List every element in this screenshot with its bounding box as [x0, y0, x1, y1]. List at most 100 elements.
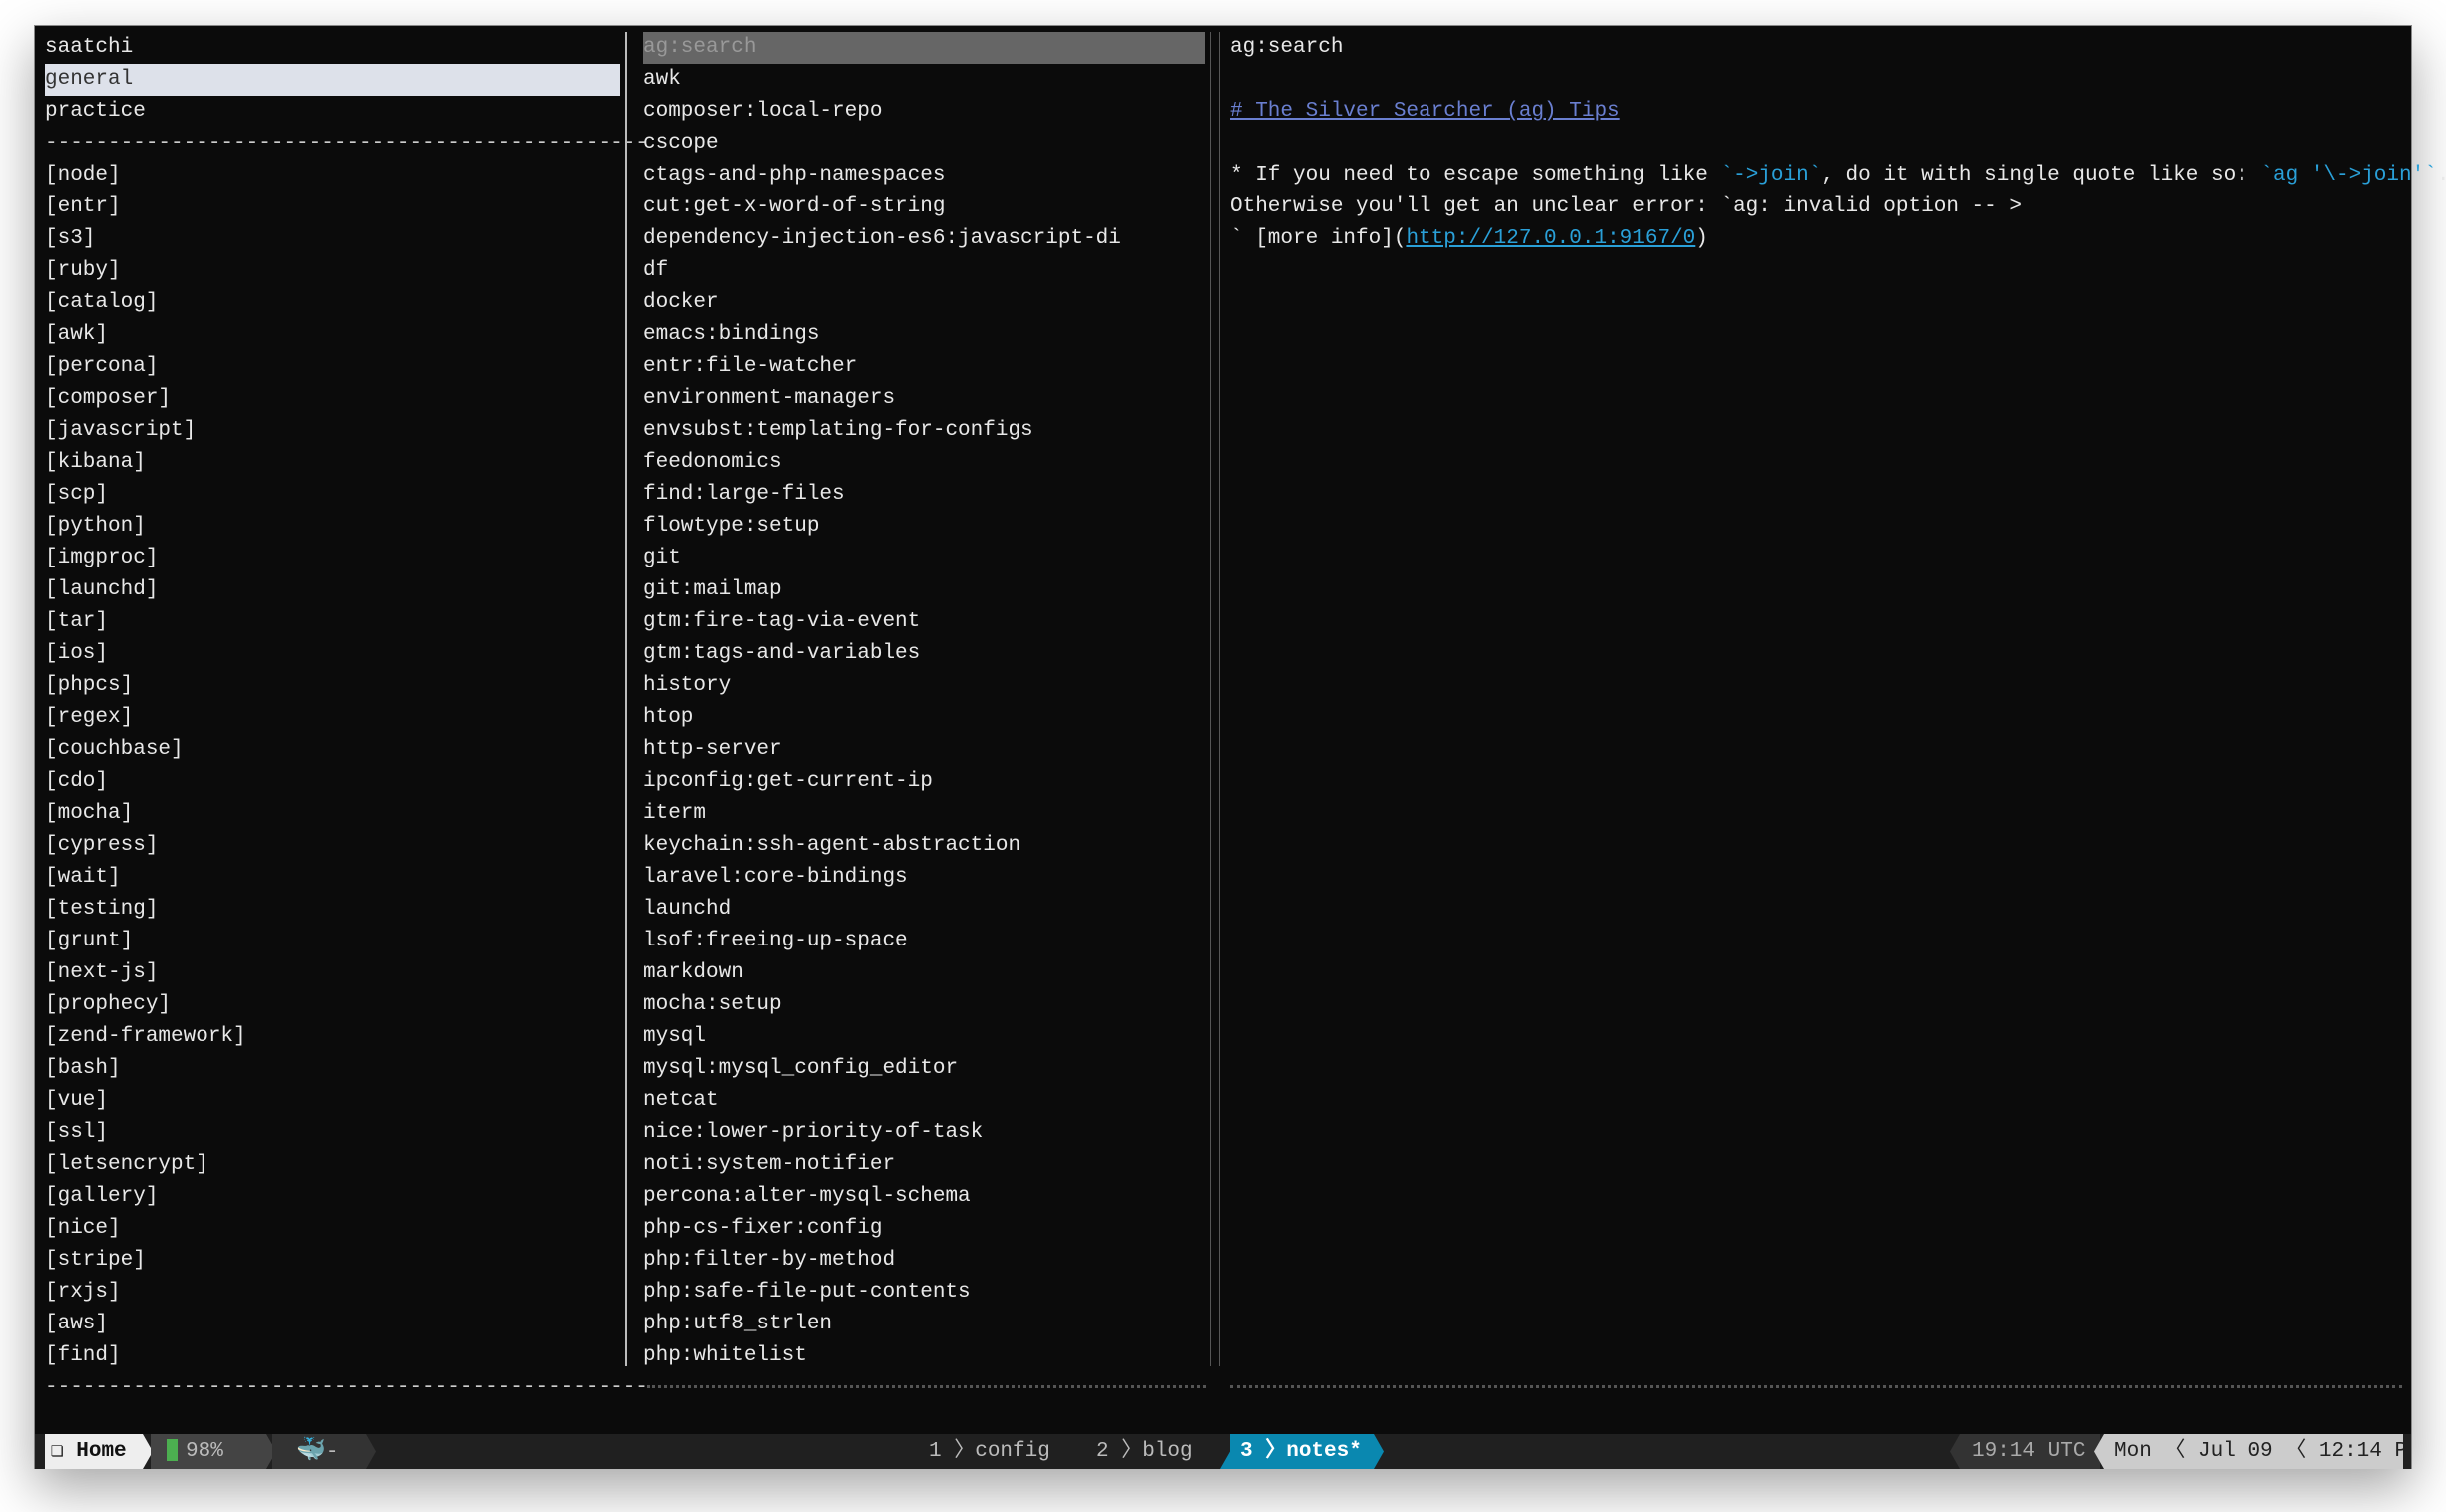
battery-icon — [167, 1439, 178, 1461]
tag-item[interactable]: [gallery] — [45, 1181, 620, 1213]
tag-item[interactable]: [ios] — [45, 638, 620, 670]
note-item[interactable]: feedonomics — [643, 447, 1205, 479]
note-item[interactable]: cscope — [643, 128, 1205, 160]
window-tab-1[interactable]: 1 〉config — [929, 1434, 1088, 1469]
window-name: blog — [1142, 1440, 1193, 1463]
note-item[interactable]: environment-managers — [643, 383, 1205, 415]
tag-item[interactable]: [ssl] — [45, 1117, 620, 1149]
tag-item[interactable]: [nice] — [45, 1213, 620, 1245]
tag-item[interactable]: [launchd] — [45, 574, 620, 606]
note-item[interactable]: mysql — [643, 1021, 1205, 1053]
tag-item[interactable]: [next-js] — [45, 957, 620, 989]
window-name: notes* — [1286, 1440, 1362, 1463]
note-item[interactable]: history — [643, 670, 1205, 702]
tag-item[interactable]: [cypress] — [45, 830, 620, 862]
note-item[interactable]: http-server — [643, 734, 1205, 766]
window-tab-3-active[interactable]: 3 〉notes* — [1220, 1434, 1384, 1469]
note-item[interactable]: entr:file-watcher — [643, 351, 1205, 383]
note-item[interactable]: ctags-and-php-namespaces — [643, 160, 1205, 191]
note-item[interactable]: htop — [643, 702, 1205, 734]
tag-item[interactable]: [percona] — [45, 351, 620, 383]
tag-item[interactable]: [couchbase] — [45, 734, 620, 766]
note-item[interactable]: markdown — [643, 957, 1205, 989]
notebook-item[interactable]: saatchi — [45, 32, 620, 64]
note-item[interactable]: nice:lower-priority-of-task — [643, 1117, 1205, 1149]
tag-item[interactable]: [rxjs] — [45, 1277, 620, 1309]
note-item[interactable]: awk — [643, 64, 1205, 96]
tag-item[interactable]: [s3] — [45, 223, 620, 255]
tag-item[interactable]: [vue] — [45, 1085, 620, 1117]
tag-item[interactable]: [composer] — [45, 383, 620, 415]
tag-item[interactable]: [entr] — [45, 191, 620, 223]
inline-code: `ag '\->join'` — [2260, 164, 2437, 187]
tag-item[interactable]: [wait] — [45, 862, 620, 894]
tag-item[interactable]: [node] — [45, 160, 620, 191]
note-item[interactable]: iterm — [643, 798, 1205, 830]
tag-item[interactable]: [aws] — [45, 1309, 620, 1340]
tag-item[interactable]: [awk] — [45, 319, 620, 351]
note-line: * If you need to escape something like `… — [1230, 160, 2446, 191]
window-index: 3 — [1240, 1440, 1253, 1463]
note-item[interactable]: git — [643, 543, 1205, 574]
pane-divider — [625, 32, 627, 1366]
note-item[interactable]: keychain:ssh-agent-abstraction — [643, 830, 1205, 862]
note-item[interactable]: cut:get-x-word-of-string — [643, 191, 1205, 223]
notebook-item[interactable]: practice — [45, 96, 620, 128]
note-item[interactable]: flowtype:setup — [643, 511, 1205, 543]
note-item[interactable]: envsubst:templating-for-configs — [643, 415, 1205, 447]
tag-item[interactable]: [prophecy] — [45, 989, 620, 1021]
note-item[interactable]: gtm:fire-tag-via-event — [643, 606, 1205, 638]
tag-item[interactable]: [bash] — [45, 1053, 620, 1085]
pane-bottom-border — [647, 1385, 1206, 1389]
tag-item[interactable]: [kibana] — [45, 447, 620, 479]
tag-item[interactable]: [find] — [45, 1340, 620, 1372]
note-item[interactable]: gtm:tags-and-variables — [643, 638, 1205, 670]
tag-item[interactable]: [regex] — [45, 702, 620, 734]
note-item[interactable]: php:safe-file-put-contents — [643, 1277, 1205, 1309]
more-info-link[interactable]: http://127.0.0.1:9167/0 — [1406, 227, 1695, 250]
tag-item[interactable]: [testing] — [45, 894, 620, 926]
session-name[interactable]: ❏ Home — [45, 1434, 153, 1469]
text: ` [more info]( — [1230, 227, 1407, 250]
note-item[interactable]: percona:alter-mysql-schema — [643, 1181, 1205, 1213]
tag-item[interactable]: [javascript] — [45, 415, 620, 447]
tag-item[interactable]: [grunt] — [45, 926, 620, 957]
note-item[interactable]: php:utf8_strlen — [643, 1309, 1205, 1340]
note-item[interactable]: df — [643, 255, 1205, 287]
note-line: Otherwise you'll get an unclear error: `… — [1230, 195, 2022, 218]
notebook-item[interactable]: general — [45, 64, 620, 96]
note-item[interactable]: ag:search — [643, 32, 1205, 64]
docker-segment: 🐳- — [272, 1434, 376, 1469]
note-item[interactable]: mocha:setup — [643, 989, 1205, 1021]
note-item[interactable]: laravel:core-bindings — [643, 862, 1205, 894]
note-item[interactable]: git:mailmap — [643, 574, 1205, 606]
tag-item[interactable]: [phpcs] — [45, 670, 620, 702]
note-item[interactable]: php:filter-by-method — [643, 1245, 1205, 1277]
note-item[interactable]: composer:local-repo — [643, 96, 1205, 128]
tag-item[interactable]: [zend-framework] — [45, 1021, 620, 1053]
tag-item[interactable]: [letsencrypt] — [45, 1149, 620, 1181]
note-item[interactable]: noti:system-notifier — [643, 1149, 1205, 1181]
note-item[interactable]: launchd — [643, 894, 1205, 926]
note-item[interactable]: dependency-injection-es6:javascript-di — [643, 223, 1205, 255]
tag-item[interactable]: [catalog] — [45, 287, 620, 319]
note-item[interactable]: lsof:freeing-up-space — [643, 926, 1205, 957]
tag-item[interactable]: [python] — [45, 511, 620, 543]
note-item[interactable]: mysql:mysql_config_editor — [643, 1053, 1205, 1085]
tag-item[interactable]: [cdo] — [45, 766, 620, 798]
note-item[interactable]: php-cs-fixer:config — [643, 1213, 1205, 1245]
note-line: ` [more info](http://127.0.0.1:9167/0) — [1230, 223, 1708, 255]
tag-item[interactable]: [scp] — [45, 479, 620, 511]
tag-item[interactable]: [tar] — [45, 606, 620, 638]
note-item[interactable]: emacs:bindings — [643, 319, 1205, 351]
note-item[interactable]: find:large-files — [643, 479, 1205, 511]
note-item[interactable]: netcat — [643, 1085, 1205, 1117]
text: . — [2437, 164, 2446, 187]
tag-item[interactable]: [stripe] — [45, 1245, 620, 1277]
tag-item[interactable]: [ruby] — [45, 255, 620, 287]
tag-item[interactable]: [imgproc] — [45, 543, 620, 574]
note-item[interactable]: php:whitelist — [643, 1340, 1205, 1372]
note-item[interactable]: ipconfig:get-current-ip — [643, 766, 1205, 798]
note-item[interactable]: docker — [643, 287, 1205, 319]
tag-item[interactable]: [mocha] — [45, 798, 620, 830]
